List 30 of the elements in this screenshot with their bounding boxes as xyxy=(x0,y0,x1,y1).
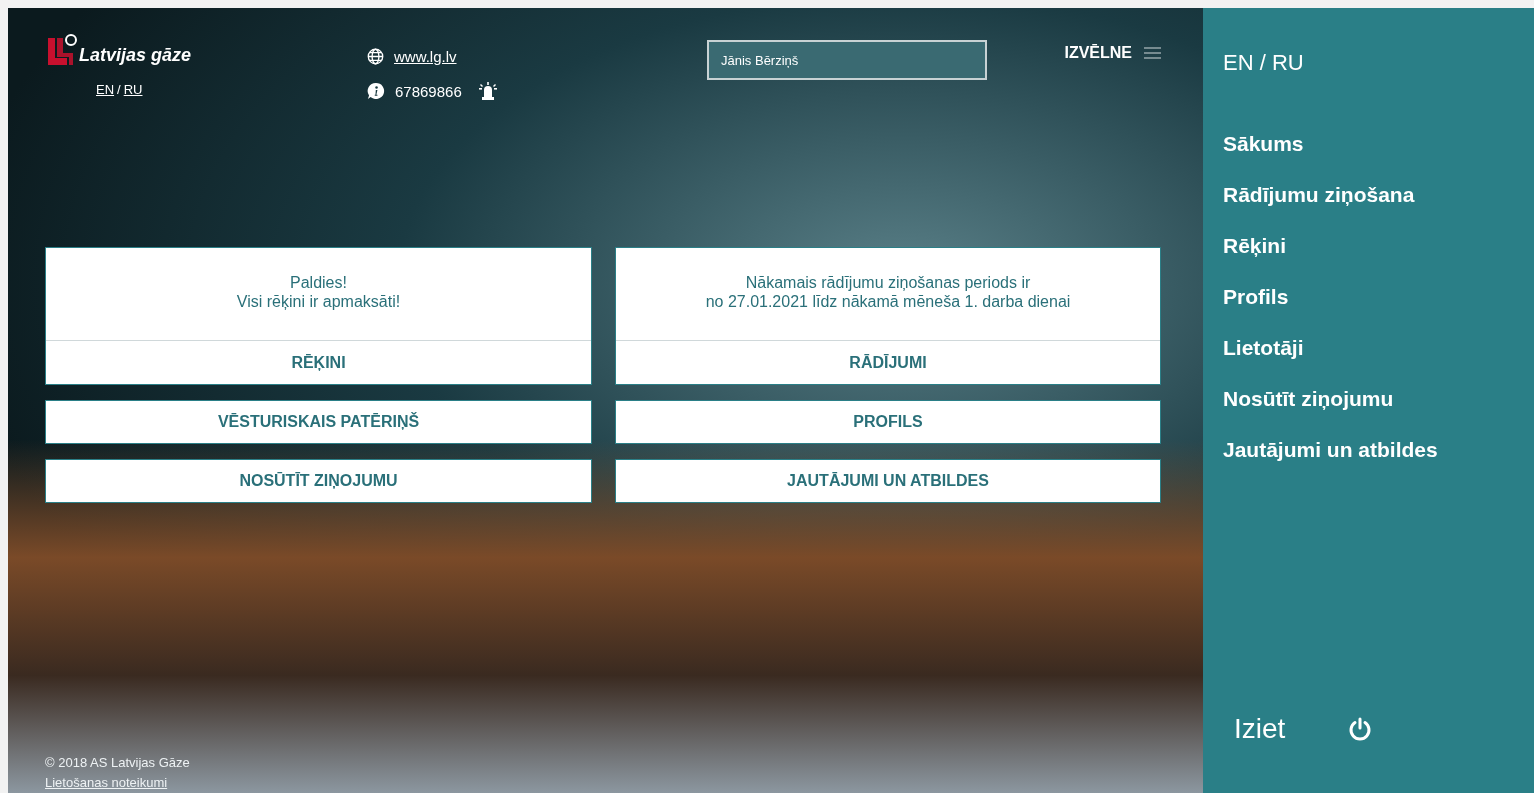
copyright-text: © 2018 AS Latvijas Gāze xyxy=(45,754,191,772)
sidebar-item[interactable]: Sākums xyxy=(1223,132,1514,156)
sidebar-item[interactable]: Jautājumi un atbildes xyxy=(1223,438,1514,462)
sidebar-item[interactable]: Profils xyxy=(1223,285,1514,309)
card-message: Nākamais rādījumu ziņošanas periods ir no 27.01.2021 līdz nākamā mēneša 1. darba dienai xyxy=(704,273,1072,312)
menu-button[interactable]: IZVĒLNE xyxy=(1064,44,1161,62)
sidebar-item[interactable]: Nosūtīt ziņojumu xyxy=(1223,387,1514,411)
language-link[interactable]: EN xyxy=(96,82,115,97)
logo-icon xyxy=(45,34,79,68)
sidebar-item[interactable]: Lietotāji xyxy=(1223,336,1514,360)
navigation-button[interactable]: PROFILS xyxy=(615,400,1161,444)
sidebar-item[interactable]: Rēķini xyxy=(1223,234,1514,258)
website-link[interactable]: www.lg.lv xyxy=(394,48,457,65)
logout-link[interactable]: Iziet xyxy=(1234,713,1286,745)
language-options-text: EN / RU xyxy=(1223,50,1305,76)
phone-number: 67869866 xyxy=(395,82,462,100)
siren-icon xyxy=(477,81,498,101)
logo-text: Latvijas gāze xyxy=(79,45,192,66)
navigation-button[interactable]: JAUTĀJUMI UN ATBILDES xyxy=(615,459,1161,503)
language-separator: / xyxy=(117,82,121,97)
card-message: Paldies! Visi rēķini ir apmaksāti! xyxy=(235,273,402,312)
navigation-button[interactable]: NOSŪTĪT ZIŅOJUMU xyxy=(45,459,592,503)
terms-link[interactable]: Lietošanas noteikumi xyxy=(45,773,1161,793)
user-name-field[interactable]: Jānis Bērziņš xyxy=(707,40,987,80)
globe-icon xyxy=(367,48,384,65)
menu-icon xyxy=(1144,47,1161,59)
navigation-button[interactable]: VĒSTURISKAIS PATĒRIŅŠ xyxy=(45,400,592,444)
language-link[interactable]: RU xyxy=(123,82,143,97)
sidebar-item[interactable]: Rādījumu ziņošana xyxy=(1223,183,1514,207)
info-icon xyxy=(367,82,385,100)
